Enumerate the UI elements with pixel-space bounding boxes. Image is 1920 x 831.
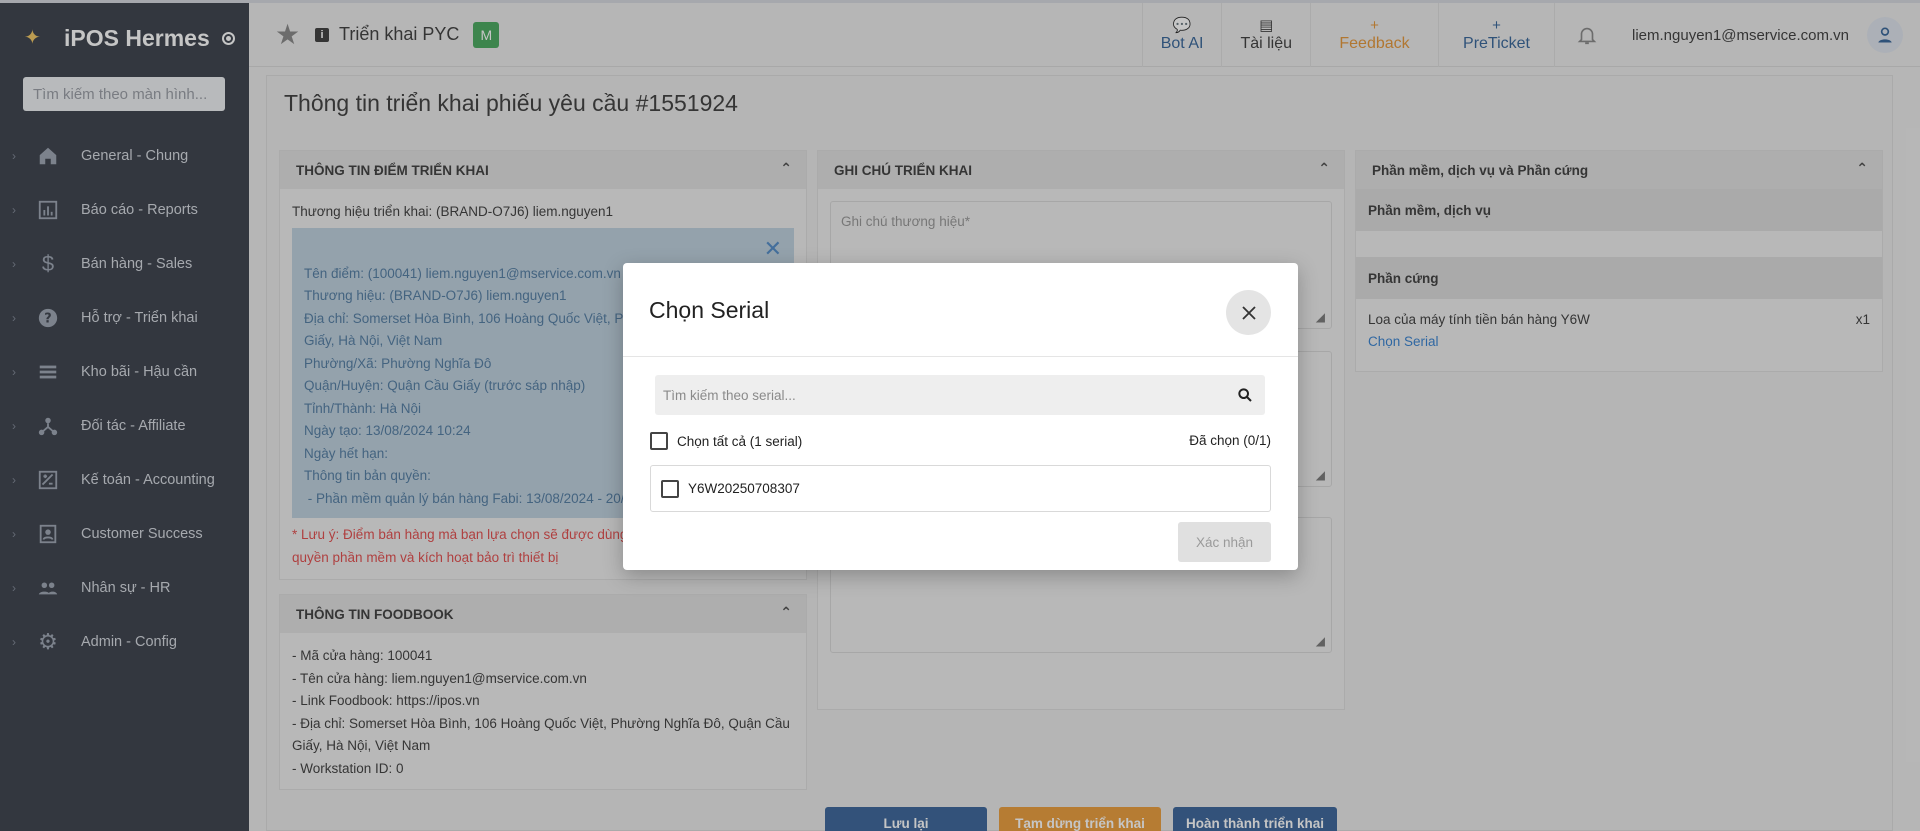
serial-label: Y6W20250708307	[688, 481, 800, 496]
select-all-row[interactable]: Chọn tất cả (1 serial)	[650, 432, 802, 450]
app-root: ✦ iPOS Hermes › General - Chung › Báo cá…	[0, 0, 1920, 831]
select-all-label: Chọn tất cả (1 serial)	[677, 433, 803, 449]
close-icon	[1241, 305, 1256, 320]
choose-serial-dialog: Chọn Serial Chọn tất cả (1 serial) Đã ch…	[623, 263, 1298, 570]
confirm-button[interactable]: Xác nhận	[1178, 522, 1271, 562]
serial-checkbox[interactable]	[661, 479, 679, 498]
select-all-checkbox[interactable]	[650, 432, 668, 450]
search-icon[interactable]	[1225, 387, 1265, 403]
close-dialog-button[interactable]	[1226, 290, 1271, 335]
serial-search-input[interactable]	[655, 375, 1225, 415]
serial-list-item[interactable]: Y6W20250708307	[650, 465, 1271, 512]
dialog-title: Chọn Serial	[649, 297, 770, 323]
serial-search-box	[655, 375, 1265, 415]
selected-count: Đã chọn (0/1)	[1189, 433, 1271, 448]
dialog-divider	[623, 356, 1298, 357]
